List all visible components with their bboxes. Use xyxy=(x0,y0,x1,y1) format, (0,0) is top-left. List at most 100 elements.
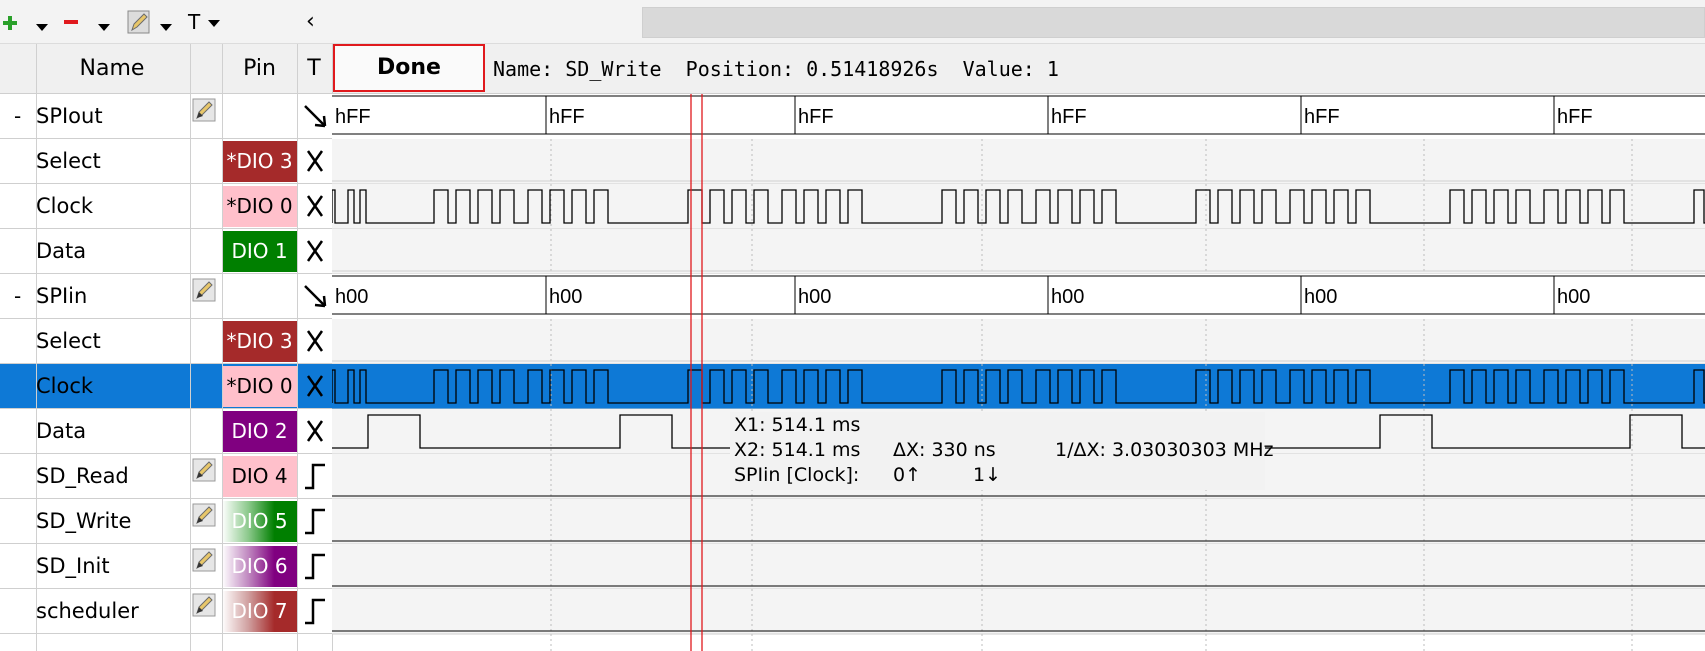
edit-pencil-icon[interactable] xyxy=(192,503,218,529)
pin-label: DIO 2 xyxy=(231,419,288,443)
text-dropdown-chevron-down-icon[interactable] xyxy=(206,6,222,38)
expand-toggle[interactable] xyxy=(14,409,36,454)
row-background xyxy=(332,139,1705,184)
bus-value-label: hFF xyxy=(798,106,834,128)
signal-name[interactable]: SD_Init xyxy=(36,544,110,589)
column-divider xyxy=(36,44,37,651)
remove-dropdown-chevron-down-icon[interactable] xyxy=(96,6,112,38)
pin-badge[interactable]: DIO 7 xyxy=(222,591,297,632)
signal-name[interactable]: Data xyxy=(36,409,86,454)
row-background xyxy=(332,364,1705,409)
trigger-rise-icon[interactable] xyxy=(301,460,331,492)
header-name[interactable]: Name xyxy=(36,44,188,94)
bus-background xyxy=(332,94,1705,139)
trigger-rise-icon[interactable] xyxy=(301,550,331,582)
trigger-arrow-icon[interactable] xyxy=(301,100,331,132)
tooltip-frequency: 1/ΔX: 3.03030303 MHz xyxy=(1055,439,1274,461)
bus-value-label: h00 xyxy=(335,286,368,308)
pin-label: DIO 7 xyxy=(231,599,288,623)
pin-badge[interactable]: DIO 2 xyxy=(222,411,297,452)
pin-label: DIO 6 xyxy=(231,554,288,578)
expand-toggle[interactable] xyxy=(14,139,36,184)
signal-name[interactable]: SPIin xyxy=(36,274,87,319)
edit-pencil-icon[interactable] xyxy=(192,548,218,574)
column-divider xyxy=(297,44,298,651)
signal-name[interactable]: SPIout xyxy=(36,94,103,139)
edit-pencil-icon[interactable] xyxy=(192,458,218,484)
bus-value-label: h00 xyxy=(549,286,582,308)
expand-toggle[interactable] xyxy=(14,544,36,589)
expand-toggle[interactable] xyxy=(14,364,36,409)
tooltip-x2: X2: 514.1 ms xyxy=(734,439,861,461)
expand-toggle[interactable]: - xyxy=(14,274,36,319)
bus-value-label: hFF xyxy=(1557,106,1593,128)
signal-name[interactable]: Clock xyxy=(36,184,93,229)
trigger-arrow-icon[interactable] xyxy=(301,280,331,312)
pin-label: DIO 1 xyxy=(231,239,288,263)
bus-value-label: h00 xyxy=(1557,286,1590,308)
pin-badge[interactable]: DIO 6 xyxy=(222,546,297,587)
text-format-label: T xyxy=(188,10,201,34)
bus-value-label: hFF xyxy=(335,106,371,128)
pin-badge[interactable]: *DIO 3 xyxy=(222,141,297,182)
row-background xyxy=(332,544,1705,589)
pin-badge[interactable]: DIO 1 xyxy=(222,231,297,272)
edit-pencil-icon[interactable] xyxy=(192,278,218,304)
tooltip-channel: SPIin [Clock]: xyxy=(734,464,860,486)
expand-toggle[interactable] xyxy=(14,589,36,634)
signal-name[interactable]: scheduler xyxy=(36,589,139,634)
edit-dropdown-chevron-down-icon[interactable] xyxy=(158,6,174,38)
edit-pencil-icon[interactable] xyxy=(192,593,218,619)
row-background xyxy=(332,184,1705,229)
expand-toggle[interactable] xyxy=(14,229,36,274)
expand-toggle[interactable] xyxy=(14,454,36,499)
pin-label: *DIO 3 xyxy=(226,149,293,173)
trigger-rise-icon[interactable] xyxy=(301,595,331,627)
collapse-chevron-left-icon[interactable]: ‹ xyxy=(306,6,315,38)
done-button[interactable]: Done xyxy=(333,44,485,92)
row-background xyxy=(332,589,1705,634)
row-background xyxy=(332,229,1705,274)
expand-toggle[interactable] xyxy=(14,319,36,364)
cursor-measurement-tooltip: X1: 514.1 ms X2: 514.1 ms ΔX: 330 ns 1/Δ… xyxy=(730,412,1273,490)
pin-badge[interactable]: *DIO 0 xyxy=(222,186,297,227)
pin-badge[interactable]: *DIO 3 xyxy=(222,321,297,362)
trigger-x-icon[interactable] xyxy=(301,235,331,267)
row-background xyxy=(332,319,1705,364)
signal-name[interactable]: SD_Write xyxy=(36,499,131,544)
pin-badge[interactable]: *DIO 0 xyxy=(222,366,297,407)
edit-pencil-icon[interactable] xyxy=(192,98,218,124)
header-trigger[interactable]: T xyxy=(297,44,331,94)
pin-badge[interactable]: DIO 5 xyxy=(222,501,297,542)
signal-name[interactable]: Clock xyxy=(36,364,93,409)
horizontal-scrollbar[interactable] xyxy=(642,7,1705,38)
bus-background xyxy=(332,274,1705,319)
signal-name[interactable]: Select xyxy=(36,139,101,184)
waveform-area[interactable]: hFF hFF hFF hFF hFF hFF h00 h00 h00 h00 h00 h00 xyxy=(332,94,1705,651)
expand-toggle[interactable] xyxy=(14,499,36,544)
expand-toggle[interactable]: - xyxy=(14,94,36,139)
row-background xyxy=(332,499,1705,544)
trigger-x-icon[interactable] xyxy=(301,325,331,357)
column-header: Name Pin T Done Name: SD_Write Position:… xyxy=(0,44,1705,94)
signal-name[interactable]: SD_Read xyxy=(36,454,129,499)
remove-icon[interactable] xyxy=(62,6,80,38)
bus-value-label: hFF xyxy=(549,106,585,128)
signal-name[interactable]: Data xyxy=(36,229,86,274)
trigger-x-icon[interactable] xyxy=(301,415,331,447)
pin-badge[interactable]: DIO 4 xyxy=(222,456,297,497)
trigger-x-icon[interactable] xyxy=(301,370,331,402)
expand-toggle[interactable] xyxy=(14,184,36,229)
pin-label: DIO 4 xyxy=(231,464,288,488)
header-pin[interactable]: Pin xyxy=(222,44,297,94)
bus-value-label: h00 xyxy=(798,286,831,308)
signal-name[interactable]: Select xyxy=(36,319,101,364)
add-dropdown-chevron-down-icon[interactable] xyxy=(34,6,50,38)
trigger-x-icon[interactable] xyxy=(301,190,331,222)
text-format-button[interactable]: T xyxy=(188,6,200,38)
add-icon[interactable] xyxy=(0,6,20,38)
trigger-rise-icon[interactable] xyxy=(301,505,331,537)
edit-pencil-icon[interactable] xyxy=(126,6,152,38)
pin-label: DIO 5 xyxy=(231,509,288,533)
trigger-x-icon[interactable] xyxy=(301,145,331,177)
